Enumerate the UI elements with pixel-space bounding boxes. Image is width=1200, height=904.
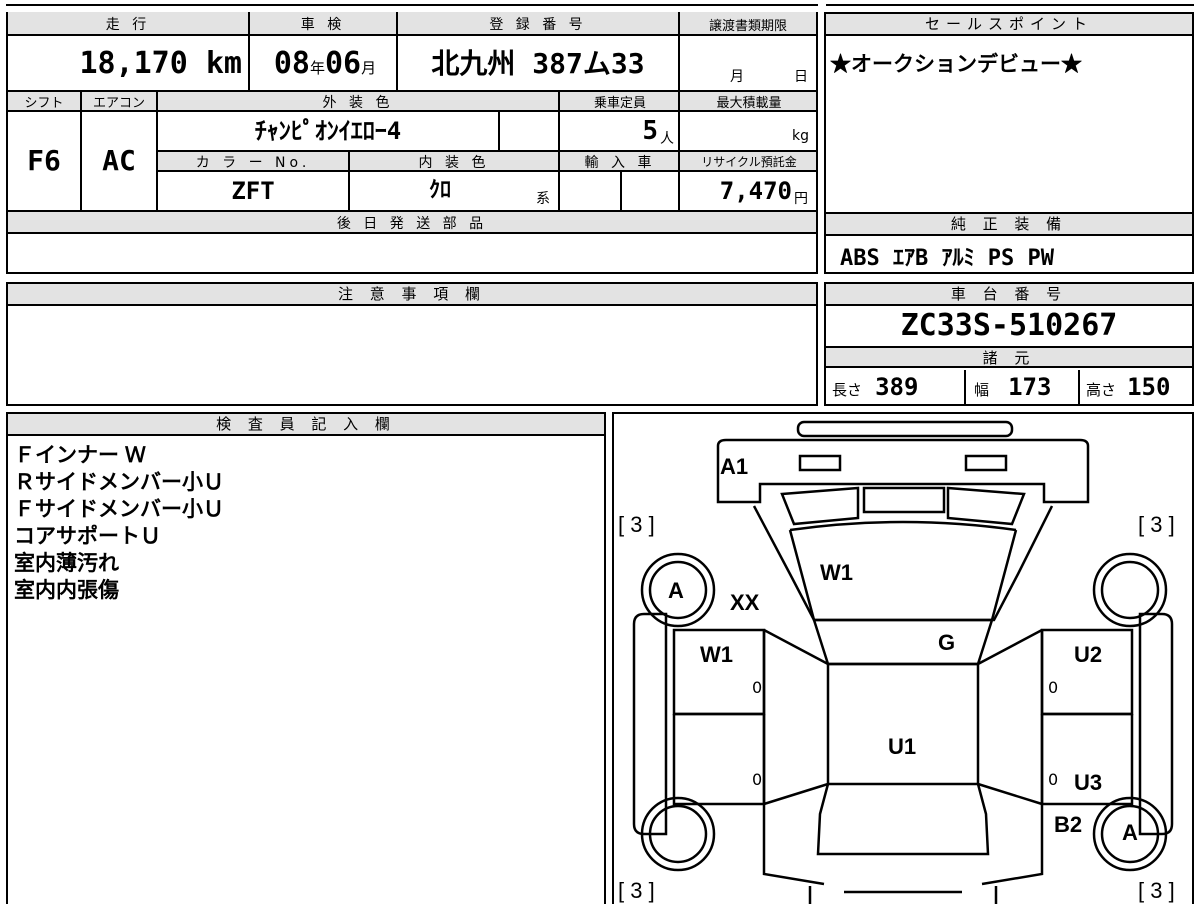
later-parts-label: 後 日 発 送 部 品	[336, 216, 488, 232]
transfer-label: 譲渡書類期限	[708, 19, 787, 34]
registration-value: 北九州 387ム33	[431, 47, 645, 80]
exterior-label: 外 装 色	[322, 95, 394, 111]
aircon-label: エアコン	[92, 96, 145, 111]
tire-mark-front-left: [ 3 ]	[618, 512, 655, 537]
shift-value: F6	[27, 144, 61, 177]
recycle-unit: 円	[794, 191, 808, 207]
mileage-value: 18,170	[79, 46, 188, 81]
zero-mark: 0	[752, 770, 763, 789]
inspector-notes: Ｆインナー Ｗ Ｒサイドメンバー小Ｕ Ｆサイドメンバー小Ｕ コアサポートＵ 室内…	[14, 442, 224, 604]
damage-diagram: [ 3 ] [ 3 ] [ 3 ] [ 3 ] A1 W1 XX W1 G U2…	[612, 412, 1194, 904]
interior-value: ｸﾛ	[428, 178, 451, 203]
inspection-month-unit: 月	[361, 59, 377, 77]
recycle-value: 7,470	[719, 177, 792, 205]
zero-mark: 0	[1048, 770, 1059, 789]
import-label: 輸 入 車	[584, 155, 656, 171]
transfer-month-unit: 月	[730, 69, 744, 85]
equipment-box: 純 正 装 備 ABS ｴｱB ｱﾙﾐ PS PW	[824, 212, 1194, 274]
length-label: 長さ	[832, 381, 863, 399]
sales-point-label: セールスポイント	[826, 14, 1192, 36]
height-value: 150	[1127, 373, 1171, 401]
width-label: 幅	[974, 381, 990, 399]
width-value: 173	[1008, 373, 1052, 401]
interior-unit: 系	[536, 191, 550, 207]
tire-mark-rear-left: [ 3 ]	[618, 878, 655, 903]
chassis-value: ZC33S-510267	[900, 308, 1118, 343]
spec-table: 走 行 車 検 登 録 番 号 譲渡書類期限 18,170 km 08年06月 …	[6, 12, 818, 274]
chassis-label: 車 台 番 号	[826, 284, 1192, 306]
colorno-label: カ ラ ー No.	[195, 155, 311, 171]
equipment-label: 純 正 装 備	[826, 214, 1192, 236]
zero-mark: 0	[1048, 678, 1059, 697]
mark-u3: U3	[1074, 770, 1103, 795]
mark-a-rear-right-wheel: A	[1122, 820, 1138, 845]
mark-a1: A1	[720, 454, 749, 479]
inspector-line: Ｒサイドメンバー小Ｕ	[14, 471, 224, 494]
capacity-unit: 人	[660, 131, 674, 147]
mark-w1-hood: W1	[820, 560, 853, 585]
inspector-line: Ｆサイドメンバー小Ｕ	[14, 498, 224, 521]
inspection-year-unit: 年	[309, 59, 325, 77]
chassis-box: 車 台 番 号 ZC33S-510267 諸 元 長さ 389 幅 173 高さ…	[824, 282, 1194, 406]
height-label: 高さ	[1086, 381, 1117, 399]
maxload-label: 最大積載量	[716, 96, 782, 111]
mileage-label: 走 行	[105, 17, 151, 33]
inspector-line: コアサポートＵ	[14, 525, 161, 548]
mark-w1-fender: W1	[700, 642, 733, 667]
mark-a-front-left-wheel: A	[668, 578, 684, 603]
equipment-text: ABS ｴｱB ｱﾙﾐ PS PW	[840, 246, 1054, 271]
transfer-day-unit: 日	[794, 69, 808, 85]
inspection-year: 08	[273, 46, 310, 81]
length-value: 389	[875, 373, 919, 401]
mark-b2: B2	[1054, 812, 1083, 837]
capacity-value: 5	[642, 116, 658, 146]
mileage-unit: km	[205, 46, 242, 81]
exterior-value: ﾁｬﾝﾋﾟｵﾝｲｴﾛｰ4	[254, 117, 402, 145]
inspector-box: 検 査 員 記 入 欄 Ｆインナー Ｗ Ｒサイドメンバー小Ｕ Ｆサイドメンバー小…	[6, 412, 606, 904]
registration-label: 登 録 番 号	[489, 17, 587, 33]
inspection-month: 06	[325, 46, 362, 81]
maxload-unit: kg	[792, 128, 809, 144]
mark-g: G	[938, 630, 956, 655]
notes-box: 注 意 事 項 欄	[6, 282, 818, 406]
mark-u2: U2	[1074, 642, 1103, 667]
zero-mark: 0	[752, 678, 763, 697]
interior-label: 内 装 色	[418, 155, 490, 171]
aircon-value: AC	[102, 144, 136, 177]
inspector-line: Ｆインナー Ｗ	[14, 444, 146, 467]
sales-point-text: ★オークションデビュー★	[830, 53, 1082, 76]
dims-label: 諸 元	[826, 346, 1192, 368]
inspector-line: 室内薄汚れ	[14, 552, 119, 575]
colorno-value: ZFT	[231, 177, 275, 205]
mark-xx: XX	[730, 590, 760, 615]
sales-point-box: セールスポイント ★オークションデビュー★	[824, 12, 1194, 214]
tire-mark-front-right: [ 3 ]	[1138, 512, 1175, 537]
recycle-label: リサイクル預託金	[701, 155, 797, 169]
inspector-line: 室内内張傷	[14, 579, 119, 602]
inspection-label: 車 検	[300, 17, 346, 33]
inspector-label: 検 査 員 記 入 欄	[8, 414, 604, 436]
shift-label: シフト	[24, 96, 64, 111]
capacity-label: 乗車定員	[593, 96, 646, 111]
tire-mark-rear-right: [ 3 ]	[1138, 878, 1175, 903]
notes-label: 注 意 事 項 欄	[8, 284, 816, 306]
mark-u1: U1	[888, 734, 917, 759]
